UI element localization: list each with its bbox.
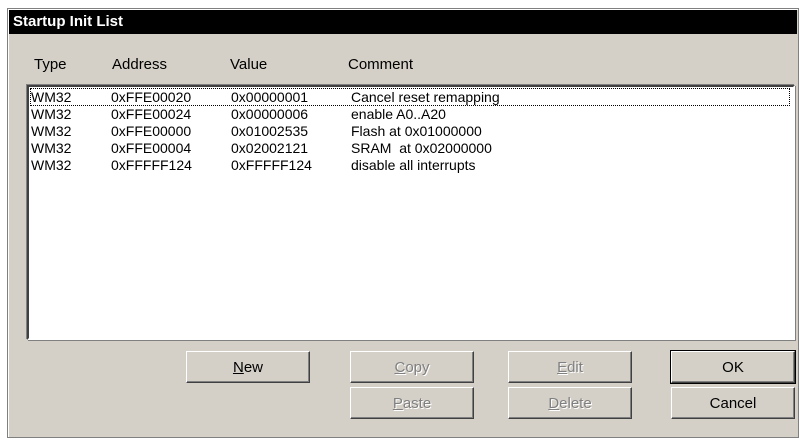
- paste-button-mnemonic: P: [392, 394, 403, 412]
- startup-init-list-dialog: Startup Init List Type Address Value Com…: [7, 8, 799, 438]
- cell-comment: disable all interrupts: [351, 157, 476, 173]
- cell-comment: SRAM at 0x02000000: [351, 140, 492, 156]
- cell-address: 0xFFE00020: [111, 89, 192, 105]
- copy-button-label: opy: [405, 358, 430, 376]
- delete-button[interactable]: Delete: [508, 387, 632, 419]
- cell-type: WM32: [31, 140, 72, 156]
- cancel-button[interactable]: Cancel: [671, 387, 795, 419]
- cell-value: 0xFFFFF124: [231, 157, 312, 173]
- list-item[interactable]: WM32 0xFFE00020 0x00000001 Cancel reset …: [30, 88, 790, 106]
- column-header-address: Address: [112, 56, 168, 73]
- list-item[interactable]: WM32 0xFFE00024 0x00000006 enable A0..A2…: [31, 106, 789, 122]
- cell-comment: Flash at 0x01000000: [351, 123, 482, 139]
- edit-button-label: dit: [567, 358, 583, 376]
- paste-button-label: aste: [402, 394, 432, 412]
- cell-value: 0x00000001: [231, 89, 309, 105]
- column-header-type: Type: [34, 56, 67, 73]
- ok-button[interactable]: OK: [670, 350, 796, 384]
- column-header-value: Value: [230, 56, 268, 73]
- copy-button[interactable]: Copy: [350, 351, 474, 383]
- list-item[interactable]: WM32 0xFFFFF124 0xFFFFF124 disable all i…: [31, 157, 789, 173]
- cell-comment: enable A0..A20: [351, 106, 446, 122]
- column-header-comment: Comment: [348, 56, 414, 73]
- init-list-box[interactable]: WM32 0xFFE00020 0x00000001 Cancel reset …: [27, 85, 795, 340]
- cell-address: 0xFFFFF124: [111, 157, 192, 173]
- new-button-mnemonic: N: [232, 358, 244, 376]
- cell-type: WM32: [31, 157, 72, 173]
- cell-value: 0x02002121: [231, 140, 309, 156]
- cell-type: WM32: [31, 89, 72, 105]
- cell-value: 0x00000006: [231, 106, 309, 122]
- list-item[interactable]: WM32 0xFFE00000 0x01002535 Flash at 0x01…: [31, 123, 789, 139]
- cell-address: 0xFFE00000: [111, 123, 192, 139]
- cell-type: WM32: [31, 106, 72, 122]
- dialog-title: Startup Init List: [9, 10, 797, 34]
- cell-comment: Cancel reset remapping: [351, 89, 500, 105]
- edit-button[interactable]: Edit: [508, 351, 632, 383]
- new-button-label: ew: [243, 358, 264, 376]
- delete-button-mnemonic: D: [548, 394, 560, 412]
- cell-address: 0xFFE00024: [111, 106, 192, 122]
- paste-button[interactable]: Paste: [350, 387, 474, 419]
- list-column-headers: Type Address Value Comment: [8, 56, 798, 78]
- cell-value: 0x01002535: [231, 123, 309, 139]
- edit-button-mnemonic: E: [557, 358, 568, 376]
- list-item[interactable]: WM32 0xFFE00004 0x02002121 SRAM at 0x020…: [31, 140, 789, 156]
- cell-address: 0xFFE00004: [111, 140, 192, 156]
- delete-button-label: elete: [559, 394, 592, 412]
- new-button[interactable]: New: [186, 351, 310, 383]
- cell-type: WM32: [31, 123, 72, 139]
- copy-button-mnemonic: C: [394, 358, 406, 376]
